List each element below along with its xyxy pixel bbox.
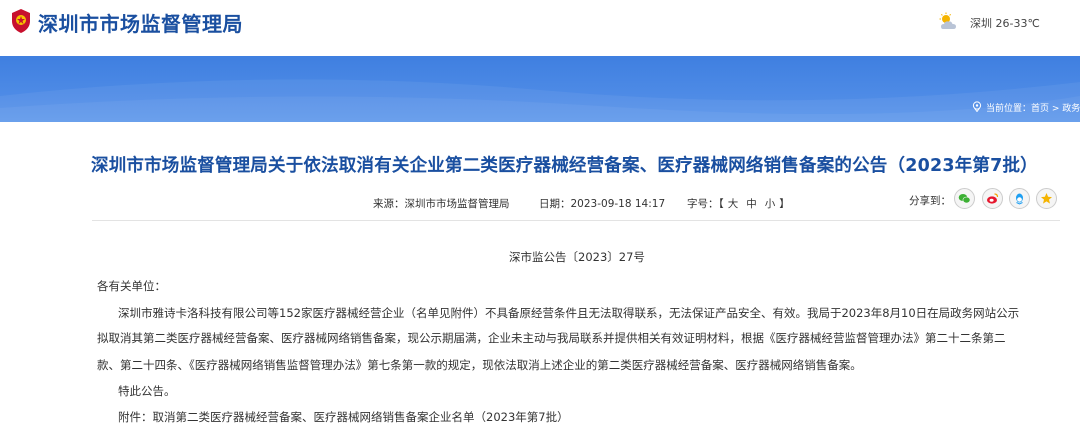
closing-line: 特此公告。 (118, 384, 176, 398)
source-label: 来源： (373, 198, 405, 210)
location-pin-icon (972, 101, 982, 113)
font-size-label: 字号： (687, 198, 719, 210)
top-bar: 深圳市市场监督管理局 深圳 26-33℃ (0, 0, 1080, 56)
qzone-icon (1041, 193, 1052, 204)
attachment-link[interactable]: 附件：取消第二类医疗器械经营备案、医疗器械网络销售备案企业名单（2023年第7批… (118, 409, 569, 425)
share-qq-button[interactable] (1009, 188, 1030, 209)
article-source: 来源：深圳市市场监督管理局 (373, 196, 510, 211)
font-size-controls: 字号：【大中小】 (687, 198, 790, 210)
breadcrumb: 当前位置：首页 > 政务 (972, 101, 1080, 114)
share-weibo-button[interactable] (982, 188, 1003, 209)
banner (0, 56, 1080, 122)
paragraph-line: 深圳市雅诗卡洛科技有限公司等152家医疗器械经营企业（名单见附件）不具备原经营条… (118, 306, 1020, 320)
title-divider (92, 220, 1060, 221)
share-label: 分享到： (909, 195, 951, 207)
weibo-icon (987, 193, 999, 204)
source-value: 深圳市市场监督管理局 (404, 198, 510, 210)
paragraph-line: 拟取消其第二类医疗器械经营备案、医疗器械网络销售备案，现公示期届满，企业未主动与… (97, 331, 1006, 345)
article-title: 深圳市市场监督管理局关于依法取消有关企业第二类医疗器械经营备案、医疗器械网络销售… (91, 156, 1038, 176)
date-label: 日期： (539, 198, 571, 210)
salutation: 各有关单位： (97, 279, 166, 293)
weather-text: 深圳 26-33℃ (970, 17, 1040, 30)
article-date: 日期：2023-09-18 14:17 (539, 196, 665, 211)
breadcrumb-separator: > (1049, 104, 1063, 114)
weather-cloud-sun-icon (938, 12, 960, 32)
qq-icon (1016, 193, 1023, 205)
breadcrumb-home-link[interactable]: 首页 (1031, 104, 1049, 114)
share-qzone-button[interactable] (1036, 188, 1057, 209)
site-title[interactable]: 深圳市市场监督管理局 (38, 8, 243, 37)
font-size-large-button[interactable]: 大 (728, 198, 739, 210)
date-value: 2023-09-18 14:17 (570, 198, 666, 210)
font-size-small-button[interactable]: 小 (765, 198, 776, 210)
emblem-icon[interactable] (10, 8, 32, 34)
paragraph-line: 款、第二十四条、《医疗器械网络销售监督管理办法》第七条第一款的规定，现依法取消上… (97, 358, 862, 372)
breadcrumb-prefix: 当前位置： (986, 104, 1032, 114)
document-number: 深市监公告〔2023〕27号 (509, 250, 645, 264)
share-wechat-button[interactable] (954, 188, 975, 209)
font-size-medium-button[interactable]: 中 (746, 198, 757, 210)
wechat-icon (958, 194, 971, 204)
breadcrumb-gov-link[interactable]: 政务 (1062, 104, 1080, 114)
